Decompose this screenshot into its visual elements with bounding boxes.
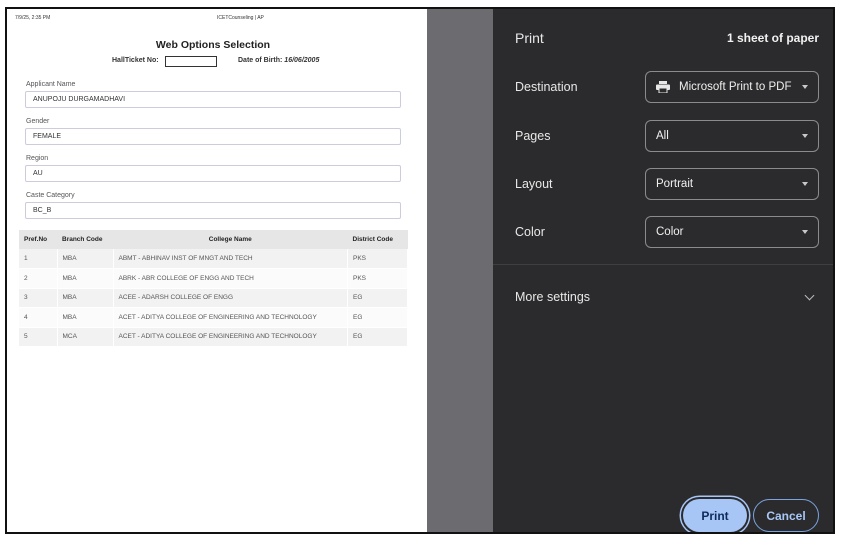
print-settings-panel: Print 1 sheet of paper Destination Micro… [493,9,833,532]
table-row: 3 MBA ACEE - ADARSH COLLEGE OF ENGG EG [19,288,408,308]
pages-label: Pages [515,129,551,143]
district-code-cell: EG [347,307,408,328]
preview-page: 7/9/25, 2:35 PM ICETCounseling | AP Web … [7,9,427,532]
hallticket-value-box [165,56,217,67]
branch-code-cell: MCA [57,327,114,347]
section-divider [493,264,833,265]
table-row: 4 MBA ACET - ADITYA COLLEGE OF ENGINEERI… [19,307,408,328]
branch-code-cell: MBA [57,307,114,328]
print-dialog: 7/9/25, 2:35 PM ICETCounseling | AP Web … [5,7,835,534]
college-name-cell: ACEE - ADARSH COLLEGE OF ENGG [113,288,348,308]
branch-code-cell: MBA [57,249,114,269]
pages-value: All [656,130,669,142]
district-code-cell: PKS [347,268,408,289]
dob-row: Date of Birth: 16/06/2005 [238,57,319,64]
destination-label: Destination [515,80,578,94]
pages-select[interactable]: All [645,120,819,152]
branch-code-cell: MBA [57,288,114,308]
color-label: Color [515,225,545,239]
pref-no-cell: 3 [19,288,58,308]
column-header-pref-no: Pref.No [19,230,57,249]
table-row: 1 MBA ABMT - ABHINAV INST OF MNGT AND TE… [19,249,408,269]
page-header-date: 7/9/25, 2:35 PM [15,15,51,21]
table-header-row: Pref.No Branch Code College Name Distric… [19,230,408,249]
pref-no-cell: 1 [19,249,58,269]
print-title: Print [515,30,544,46]
district-code-cell: EG [347,327,408,347]
printer-icon [656,81,670,94]
chevron-down-icon[interactable] [804,290,815,301]
applicant-name-label: Applicant Name [26,81,76,88]
color-value: Color [656,226,684,238]
preferences-table: Pref.No Branch Code College Name Distric… [19,230,408,347]
color-select[interactable]: Color [645,216,819,248]
destination-select[interactable]: Microsoft Print to PDF [645,71,819,103]
dob-label: Date of Birth: [238,57,283,64]
print-preview: 7/9/25, 2:35 PM ICETCounseling | AP Web … [7,9,493,532]
layout-value: Portrait [656,178,694,190]
caste-category-label: Caste Category [26,192,75,199]
caste-category-field: BC_B [25,202,401,219]
region-field: AU [25,165,401,182]
district-code-cell: PKS [347,249,408,269]
dropdown-caret-icon [802,134,808,138]
pref-no-cell: 2 [19,268,58,289]
layout-select[interactable]: Portrait [645,168,819,200]
document-title: Web Options Selection [155,39,271,51]
dropdown-caret-icon [802,230,808,234]
more-settings-toggle[interactable]: More settings [515,290,590,304]
cancel-button[interactable]: Cancel [753,499,819,532]
table-row: 5 MCA ACET - ADITYA COLLEGE OF ENGINEERI… [19,327,408,347]
print-button[interactable]: Print [683,499,747,532]
dropdown-caret-icon [802,85,808,89]
sheet-count: 1 sheet of paper [726,31,819,45]
pref-no-cell: 4 [19,307,58,328]
college-name-cell: ACET - ADITYA COLLEGE OF ENGINEERING AND… [113,307,348,328]
layout-label: Layout [515,177,553,191]
college-name-cell: ABMT - ABHINAV INST OF MNGT AND TECH [113,249,348,269]
gender-label: Gender [26,118,50,125]
pref-no-cell: 5 [19,327,58,347]
applicant-name-field: ANUPOJU DURGAMADHAVI [25,91,401,108]
college-name-cell: ACET - ADITYA COLLEGE OF ENGINEERING AND… [113,327,348,347]
table-row: 2 MBA ABRK - ABR COLLEGE OF ENGG AND TEC… [19,268,408,289]
gender-field: FEMALE [25,128,401,145]
hallticket-label: HallTicket No: [112,57,159,64]
destination-value: Microsoft Print to PDF [679,81,792,93]
district-code-cell: EG [347,288,408,308]
column-header-college-name: College Name [113,230,348,249]
column-header-branch-code: Branch Code [57,230,113,249]
dob-value: 16/06/2005 [284,57,320,64]
preview-scroll-area [427,9,493,532]
region-label: Region [26,155,49,162]
college-name-cell: ABRK - ABR COLLEGE OF ENGG AND TECH [113,268,348,289]
column-header-district-code: District Code [347,230,408,249]
page-header-site: ICETCounseling | AP [217,15,264,21]
branch-code-cell: MBA [57,268,114,289]
dropdown-caret-icon [802,182,808,186]
